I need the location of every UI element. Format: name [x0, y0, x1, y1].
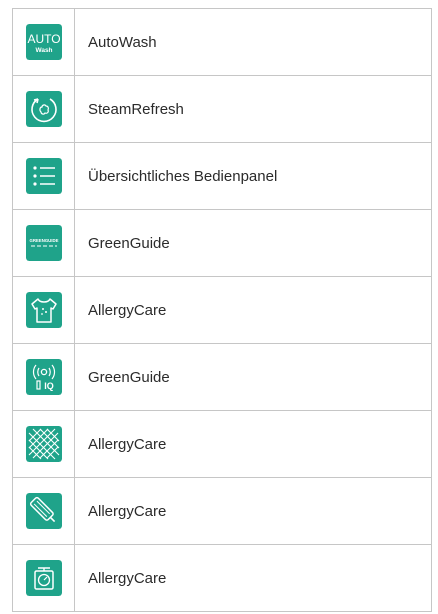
connectivity-iq-icon: IQ — [25, 359, 62, 395]
allergy-shirt-icon — [25, 292, 62, 328]
feature-label: AllergyCare — [74, 477, 432, 545]
feature-label: GreenGuide — [74, 209, 432, 277]
feature-row-allergycare-cartridge: AllergyCare — [12, 477, 432, 545]
feature-label: AllergyCare — [74, 544, 432, 612]
cartridge-icon — [25, 493, 62, 529]
connectivity-iq-icon-text: IQ — [44, 381, 54, 391]
green-guide-icon-text: GREENGUIDE — [29, 238, 58, 243]
feature-row-greenguide-iq: IQ GreenGuide — [12, 343, 432, 411]
green-guide-icon: GREENGUIDE — [25, 225, 62, 261]
auto-wash-icon-subtext: Wash — [35, 47, 52, 54]
feature-row-autowash: AUTO Wash AutoWash — [12, 8, 432, 76]
feature-row-allergycare-scale: AllergyCare — [12, 544, 432, 612]
steam-refresh-icon — [25, 91, 62, 127]
weighing-scale-icon — [25, 560, 62, 596]
auto-wash-icon-text: AUTO — [27, 32, 60, 46]
feature-label: Übersichtliches Bedienpanel — [74, 142, 432, 210]
control-panel-list-icon — [25, 158, 62, 194]
feature-label: GreenGuide — [74, 343, 432, 411]
feature-label: AllergyCare — [74, 276, 432, 344]
feature-row-bedienpanel: Übersichtliches Bedienpanel — [12, 142, 432, 210]
feature-list: AUTO Wash AutoWash SteamRefresh Übersich… — [12, 8, 432, 612]
feature-row-allergycare: AllergyCare — [12, 276, 432, 344]
mesh-fabric-icon — [25, 426, 62, 462]
feature-row-greenguide: GREENGUIDE GreenGuide — [12, 209, 432, 277]
feature-label: SteamRefresh — [74, 75, 432, 143]
feature-row-steamrefresh: SteamRefresh — [12, 75, 432, 143]
auto-wash-icon: AUTO Wash — [25, 24, 62, 60]
feature-label: AutoWash — [74, 8, 432, 76]
feature-label: AllergyCare — [74, 410, 432, 478]
feature-row-allergycare-mesh: AllergyCare — [12, 410, 432, 478]
